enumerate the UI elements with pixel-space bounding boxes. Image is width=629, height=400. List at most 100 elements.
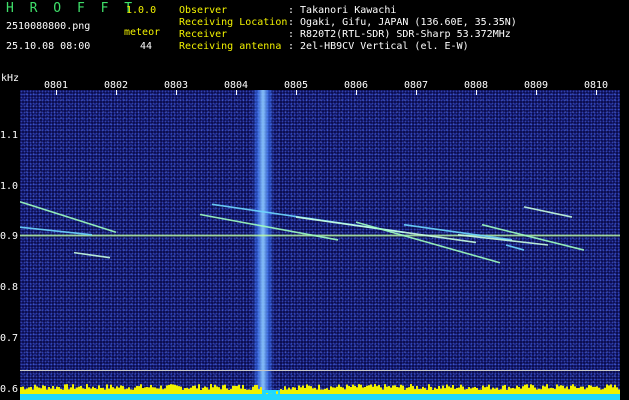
level-bar [260, 387, 262, 394]
level-bar [116, 386, 118, 394]
level-bar [558, 386, 560, 394]
level-bar [550, 387, 552, 394]
level-bar [58, 387, 60, 394]
level-bar [410, 384, 412, 394]
level-bar [524, 384, 526, 394]
level-bar [322, 389, 324, 394]
level-bar [404, 389, 406, 394]
y-tick-label: 1.0 [0, 180, 19, 192]
spectrogram-plot [20, 90, 620, 400]
receiver-label: Receiver [179, 29, 228, 40]
level-bar [96, 389, 98, 394]
level-bar [402, 385, 404, 394]
level-bar [448, 386, 450, 394]
level-bar [252, 386, 254, 394]
level-bar [56, 386, 58, 394]
level-bar [124, 389, 126, 394]
x-tick-mark [236, 90, 237, 95]
level-bar [122, 386, 124, 394]
y-tick-label: 1.1 [0, 129, 19, 141]
x-tick-mark [536, 90, 537, 95]
level-bar [46, 389, 48, 394]
level-bar [570, 385, 572, 394]
level-bar [306, 384, 308, 394]
meteor-label: meteor [124, 27, 161, 38]
level-bar [598, 387, 600, 394]
level-bar [526, 384, 528, 394]
level-bar [90, 388, 92, 394]
level-bar [330, 386, 332, 394]
level-bar [616, 387, 618, 394]
level-bar [582, 386, 584, 394]
level-bar [502, 385, 504, 394]
level-bar [332, 387, 334, 394]
level-bar [358, 384, 360, 394]
level-bar [250, 389, 252, 394]
y-axis-label: kHz [1, 73, 20, 84]
level-bar [138, 386, 140, 394]
level-bar [364, 387, 366, 394]
level-bar [92, 386, 94, 394]
level-bar [420, 388, 422, 394]
level-bar [212, 387, 214, 394]
level-bar [388, 386, 390, 394]
level-bar [314, 387, 316, 394]
level-bar [350, 387, 352, 394]
level-bar [392, 385, 394, 394]
level-bar [384, 384, 386, 394]
level-bar [222, 385, 224, 394]
meteor-trace [457, 234, 549, 246]
level-bar [338, 384, 340, 394]
x-tick-mark [176, 90, 177, 95]
level-bar [440, 388, 442, 394]
level-bar [584, 389, 586, 394]
level-bar [192, 385, 194, 394]
level-bar [140, 384, 142, 394]
level-bar [462, 386, 464, 394]
level-bar [562, 385, 564, 394]
level-bar [564, 388, 566, 394]
level-bar [474, 386, 476, 394]
level-bar [38, 387, 40, 394]
level-bar [282, 389, 284, 394]
level-bar [284, 386, 286, 394]
level-bar [292, 387, 294, 394]
level-bar [156, 388, 158, 394]
level-bar [522, 386, 524, 394]
level-bar [88, 387, 90, 394]
level-bar [568, 389, 570, 394]
level-bar [206, 387, 208, 394]
level-bar [208, 389, 210, 394]
level-bar [84, 388, 86, 394]
level-bar [82, 388, 84, 394]
level-bar [336, 386, 338, 394]
level-bar [324, 388, 326, 394]
level-bar [72, 384, 74, 394]
level-bar [136, 385, 138, 394]
level-bar [346, 384, 348, 394]
level-bar [386, 386, 388, 394]
level-bar [230, 389, 232, 394]
level-bar [232, 385, 234, 394]
meteor-trace [505, 244, 525, 251]
level-bar [194, 385, 196, 394]
level-bar [482, 385, 484, 394]
level-bar [40, 388, 42, 394]
level-bar [312, 388, 314, 394]
level-bar [592, 386, 594, 394]
location-value: : Ogaki, Gifu, JAPAN (136.60E, 35.35N) [288, 17, 517, 28]
level-bar [508, 386, 510, 394]
level-bar [486, 386, 488, 394]
level-bar [184, 388, 186, 394]
level-bar [594, 386, 596, 394]
level-bar [552, 388, 554, 394]
level-bar [472, 387, 474, 394]
level-bar [608, 385, 610, 394]
level-bar [94, 388, 96, 394]
level-bar [50, 388, 52, 394]
level-bar [600, 389, 602, 394]
level-bar [220, 389, 222, 394]
level-bar [204, 386, 206, 394]
y-tick-label: 0.9 [0, 231, 19, 243]
level-bar [356, 387, 358, 394]
